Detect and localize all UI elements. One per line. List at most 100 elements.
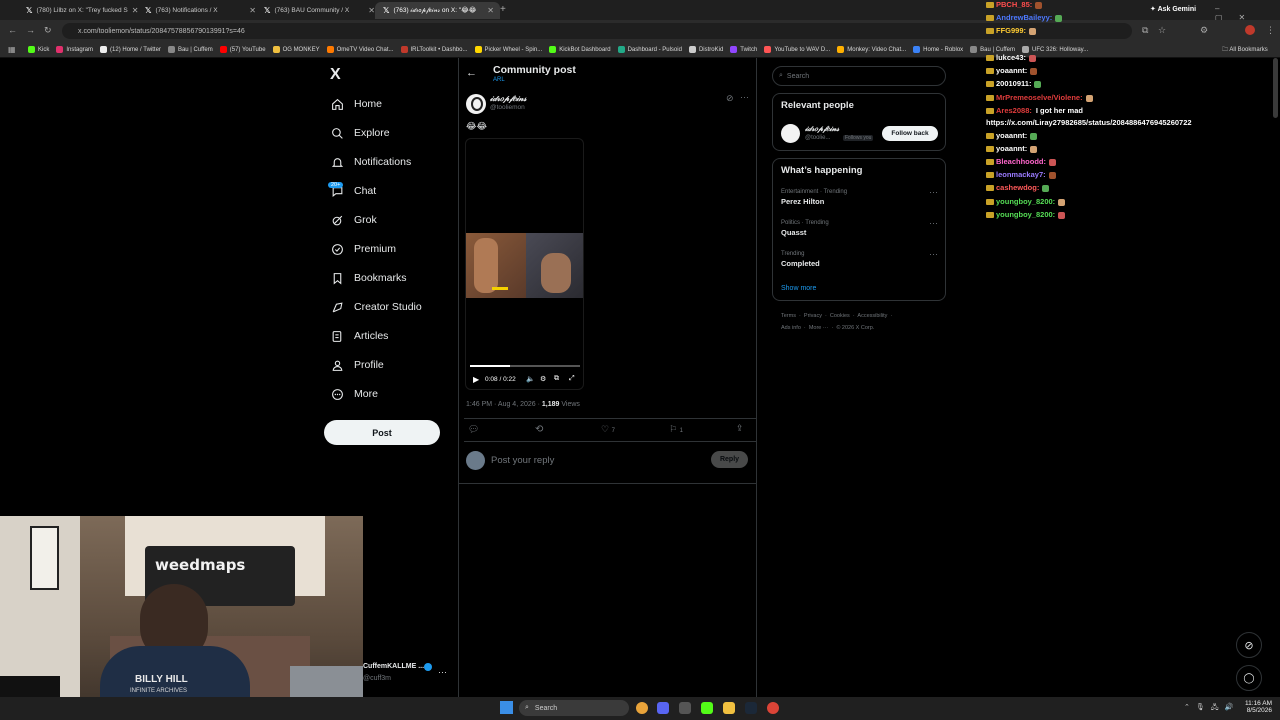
trend-more-icon[interactable]: ··· [929,218,938,228]
ask-gemini-button[interactable]: ✦ Ask Gemini [1150,5,1196,13]
clock[interactable]: 11:16 AM 8/5/2026 [1244,700,1272,714]
nav-creator-studio[interactable]: Creator Studio [330,296,422,318]
screen-cast-icon[interactable]: ⧉ [1142,25,1148,36]
nav-premium[interactable]: Premium [330,238,396,260]
author-handle[interactable]: @tooliemon [490,104,525,111]
browser-tab[interactable]: 𝕏 (763) BAU Community / X ✕ [256,2,381,19]
nav-more[interactable]: More [330,383,378,405]
video-player[interactable]: ▶ 0:08 / 0:22 🔈 ⚙ ⧉ ⤢ [465,138,584,390]
bookmark-item[interactable]: DistroKid [688,45,723,53]
trend-item[interactable]: Entertainment · Trending Perez Hilton [781,189,847,206]
chrome-active-icon[interactable] [767,702,779,714]
trend-more-icon[interactable]: ··· [929,187,938,197]
grok-explain-icon[interactable]: ⊘ [726,93,734,104]
bookmark-item[interactable]: Twitch [730,45,757,53]
browser-tab[interactable]: 𝕏 (763) Notifications / X ✕ [137,2,262,19]
search-input[interactable]: ⌕ Search [772,66,946,86]
account-menu-icon[interactable]: ··· [438,667,447,677]
relevant-avatar[interactable] [781,124,800,143]
bookmark-item[interactable]: OG MONKEY [272,45,320,53]
nav-profile[interactable]: Profile [330,354,384,376]
menu-icon[interactable]: ⋮ [1266,25,1275,36]
reply-icon[interactable]: 💬︎ [468,424,479,435]
bookmark-item[interactable]: Picker Wheel - Spin... [474,45,542,53]
profile-avatar[interactable] [1245,25,1255,35]
close-icon[interactable]: ✕ [487,6,494,15]
trend-item[interactable]: Politics · Trending Quasst [781,220,829,237]
author-avatar[interactable] [466,94,486,114]
trend-item[interactable]: Trending Completed [781,251,820,268]
scrollbar[interactable] [1273,58,1278,118]
bookmark-item[interactable]: YouTube to WAV D... [764,45,830,53]
post-button[interactable]: Post [324,420,440,445]
nav-home[interactable]: Home [330,93,382,115]
new-tab-icon[interactable]: + [500,4,506,15]
bookmark-item[interactable]: Home - Roblox [913,45,963,53]
extensions-icon[interactable]: ⚙ [1200,25,1208,36]
grok-float-button[interactable]: ⊘ [1236,632,1262,658]
bookmark-item[interactable]: Monkey: Video Chat... [837,45,906,53]
url-input[interactable]: x.com/tooliemon/status/20847578856790139… [62,23,1132,39]
account-name[interactable]: CuffemKALLME ... [363,663,424,670]
kick-icon[interactable] [701,702,713,714]
video-progress-track[interactable] [470,365,580,367]
like-button[interactable]: ♡ 7 [601,424,615,435]
bookmark-item[interactable]: (57) YouTube [219,45,266,53]
system-tray-icons[interactable]: ⌃🎙🖧🔊 [1184,703,1239,714]
forward-icon[interactable]: → [26,25,35,35]
nav-bookmarks[interactable]: Bookmarks [330,267,407,289]
reply-button[interactable]: Reply [711,451,748,468]
trend-more-icon[interactable]: ··· [929,249,938,259]
bookmark-item[interactable]: KickBot Dashboard [549,45,611,53]
file-explorer-icon[interactable] [723,702,735,714]
apps-grid-icon[interactable]: ▦ [8,45,16,54]
reload-icon[interactable]: ↻ [44,25,52,36]
obs-icon[interactable] [679,702,691,714]
follow-back-button[interactable]: Follow back [882,126,938,141]
x-logo[interactable]: X [330,66,341,84]
close-icon[interactable]: ✕ [249,6,256,15]
nav-articles[interactable]: Articles [330,325,388,347]
close-icon[interactable]: ✕ [368,6,375,15]
bookmark-item[interactable]: (12) Home / Twitter [100,45,161,53]
bookmark-item[interactable]: Instagram [56,45,93,53]
nav-explore[interactable]: Explore [330,122,390,144]
steam-icon[interactable] [745,702,757,714]
bookmark-item[interactable]: UFC 326: Holloway... [1021,45,1088,53]
bookmark-item[interactable]: Dashboard - Pulsoid [617,45,682,53]
community-name[interactable]: ARL [493,77,505,83]
bookmark-item[interactable]: Bau | Cuffem [970,45,1015,53]
browser-tab-active[interactable]: 𝕏 (763) 𝒾𝒹𝓇𝑜𝓅𝒻𝑒𝒾𝓃𝓈 on X: "😂😂 ✕ [375,2,500,19]
nav-notifications[interactable]: Notifications [330,151,411,173]
relevant-name[interactable]: 𝒾𝒹𝓇𝑜𝓅𝒻𝑒𝒾𝓃𝓈 [805,124,839,134]
nav-grok[interactable]: Grok [330,209,377,231]
share-icon[interactable]: ⇪ [736,423,744,434]
fullscreen-icon[interactable]: ⤢ [569,375,575,383]
back-icon[interactable]: ← [8,25,17,35]
footer-links[interactable]: Ads info · More ··· · © 2026 X Corp. [781,325,874,331]
taskbar-search[interactable]: ⌕ Search [519,700,629,716]
bookmark-item[interactable]: Bau | Cuffem [167,45,213,53]
back-arrow-icon[interactable]: ← [466,67,477,79]
chrome-icon[interactable] [636,702,648,714]
play-icon[interactable]: ▶ [473,375,479,384]
author-name[interactable]: 𝒾𝒹𝓇𝑜𝓅𝒻𝑒𝒾𝓃𝓈 [490,94,526,104]
all-bookmarks[interactable]: 🗀 All Bookmarks [1222,45,1268,55]
bookmark-item[interactable]: Kick [28,45,49,53]
reply-input[interactable]: Post your reply [491,455,554,466]
volume-icon[interactable]: 🔈 [526,375,535,383]
footer-links[interactable]: Terms · Privacy · Cookies · Accessibilit… [781,313,892,319]
discord-icon[interactable] [657,702,669,714]
show-more-link[interactable]: Show more [781,285,816,292]
browser-tab[interactable]: 𝕏 (780) Lilbz on X: "Trey fucked S ✕ [18,2,143,19]
windows-start-icon[interactable] [500,701,513,714]
repost-icon[interactable]: ⟲ [535,424,543,435]
messages-float-button[interactable]: ◯ [1236,665,1262,691]
bookmark-item[interactable]: OmeTV Video Chat... [326,45,394,53]
settings-icon[interactable]: ⚙ [540,375,546,383]
pip-icon[interactable]: ⧉ [554,375,559,383]
star-icon[interactable]: ☆ [1158,25,1166,36]
bookmark-item[interactable]: IRLToolkit • Dashbo... [400,45,468,53]
post-more-icon[interactable]: ··· [740,92,749,102]
bookmark-button[interactable]: ⚐ 1 [669,424,683,435]
